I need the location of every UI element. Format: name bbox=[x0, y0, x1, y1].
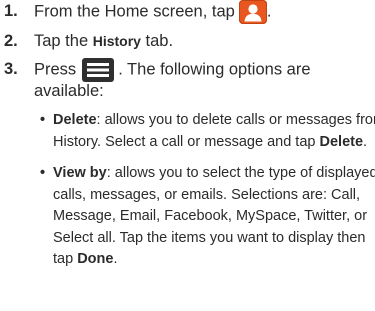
step-2: 2. Tap the History tab. bbox=[4, 30, 173, 52]
option-description: : allows you to select the type of displ… bbox=[106, 165, 375, 181]
step-number: 3. bbox=[4, 60, 18, 78]
option-description: Select all. Tap the items you want to di… bbox=[53, 229, 366, 246]
option-action: Delete bbox=[319, 133, 364, 150]
option-action: Done bbox=[77, 251, 114, 267]
option-punct: . bbox=[113, 251, 118, 267]
step-text: Press bbox=[34, 60, 77, 79]
option-term: Delete bbox=[53, 112, 97, 128]
option-delete: • Delete: allows you to delete calls or … bbox=[40, 110, 375, 155]
step-text-end: . The following options are bbox=[118, 60, 311, 79]
instruction-page: 1. From the Home screen, tap . 2. Tap the … bbox=[0, 0, 375, 311]
option-term: View by bbox=[53, 165, 107, 181]
step-3: 3. Press . The following options are bbox=[4, 58, 311, 82]
option-description: : allows you to delete calls or messages… bbox=[96, 112, 375, 128]
option-description: History. Select a call or message and ta… bbox=[53, 133, 316, 150]
option-view-by: • View by: allows you to select the type… bbox=[40, 163, 375, 273]
option-description: Message, Email, Facebook, MySpace, Twitt… bbox=[53, 208, 368, 224]
option-description: tap bbox=[53, 251, 74, 267]
menu-key-icon bbox=[82, 58, 115, 82]
option-description: calls, messages, or emails. Selections a… bbox=[53, 186, 361, 203]
option-punct: . bbox=[363, 133, 368, 150]
history-tab-name: History bbox=[92, 33, 141, 49]
bullet-icon: • bbox=[40, 112, 46, 128]
step-text: From the Home screen, tap bbox=[34, 2, 235, 21]
step-text-end: tab. bbox=[145, 32, 174, 50]
contacts-icon bbox=[238, 0, 267, 24]
step-3-continued: available: bbox=[34, 82, 104, 100]
step-punct: . bbox=[266, 2, 272, 21]
step-1: 1. From the Home screen, tap . bbox=[4, 0, 271, 24]
step-number: 2. bbox=[4, 32, 18, 50]
bullet-icon: • bbox=[40, 165, 46, 181]
step-text: Tap the bbox=[34, 32, 89, 50]
step-number: 1. bbox=[4, 2, 18, 20]
